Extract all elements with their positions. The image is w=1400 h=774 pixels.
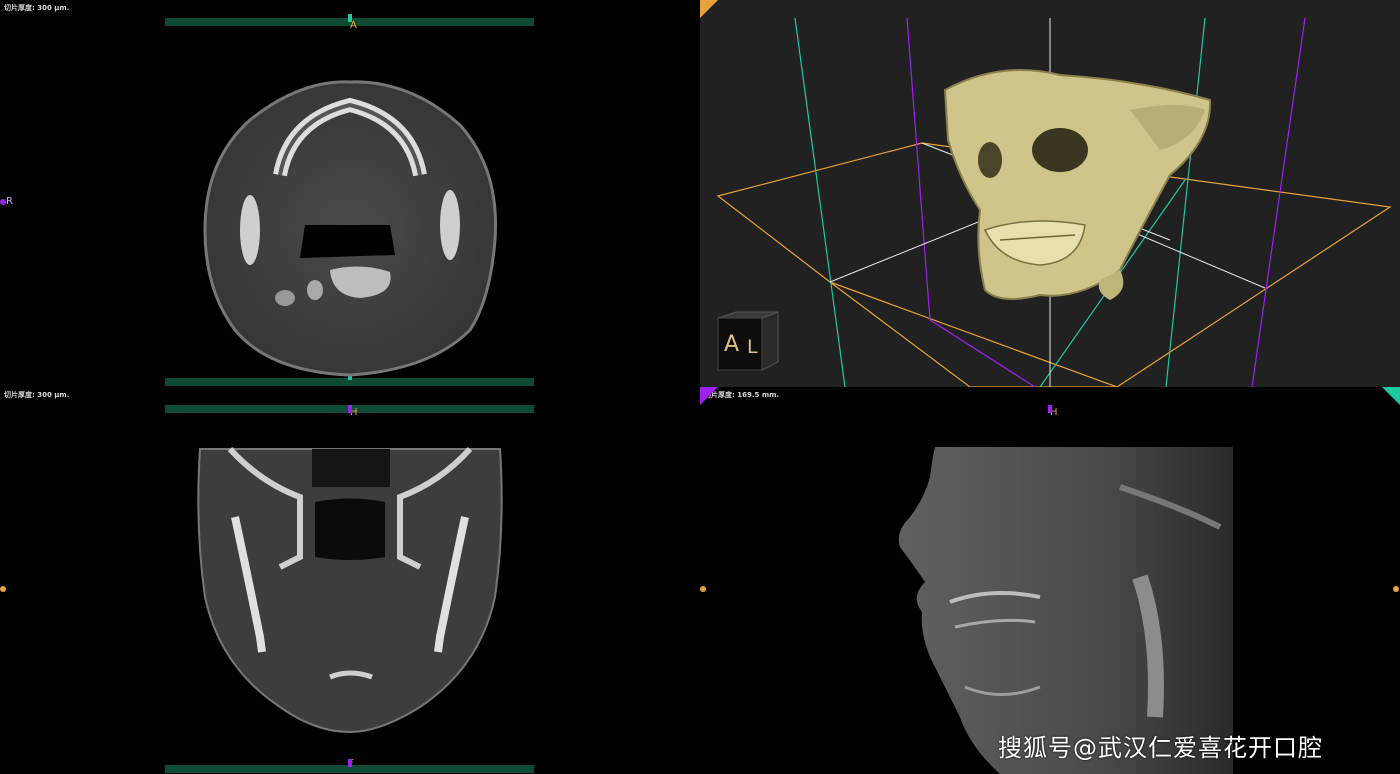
axial-ct-image [203, 80, 498, 377]
sagittal-xray-image [898, 447, 1233, 774]
volume-render-scene [716, 17, 1392, 387]
axial-viewport[interactable]: 切片厚度: 300 μm. A P R [0, 0, 700, 387]
cube-face-label-l: L [747, 336, 758, 358]
coronal-ct-image [197, 446, 503, 734]
skull-volume-render [943, 69, 1212, 300]
watermark-text: 搜狐号@武汉仁爱喜花开口腔 [998, 734, 1323, 762]
cube-face-label-a: A [724, 332, 740, 357]
volume-render-viewport[interactable]: L A L [700, 0, 1400, 387]
coronal-viewport[interactable]: 切片厚度: 300 μm. H F [0, 387, 700, 774]
sagittal-viewport[interactable]: 切片厚度: 169.5 mm. H F L [700, 387, 1400, 774]
